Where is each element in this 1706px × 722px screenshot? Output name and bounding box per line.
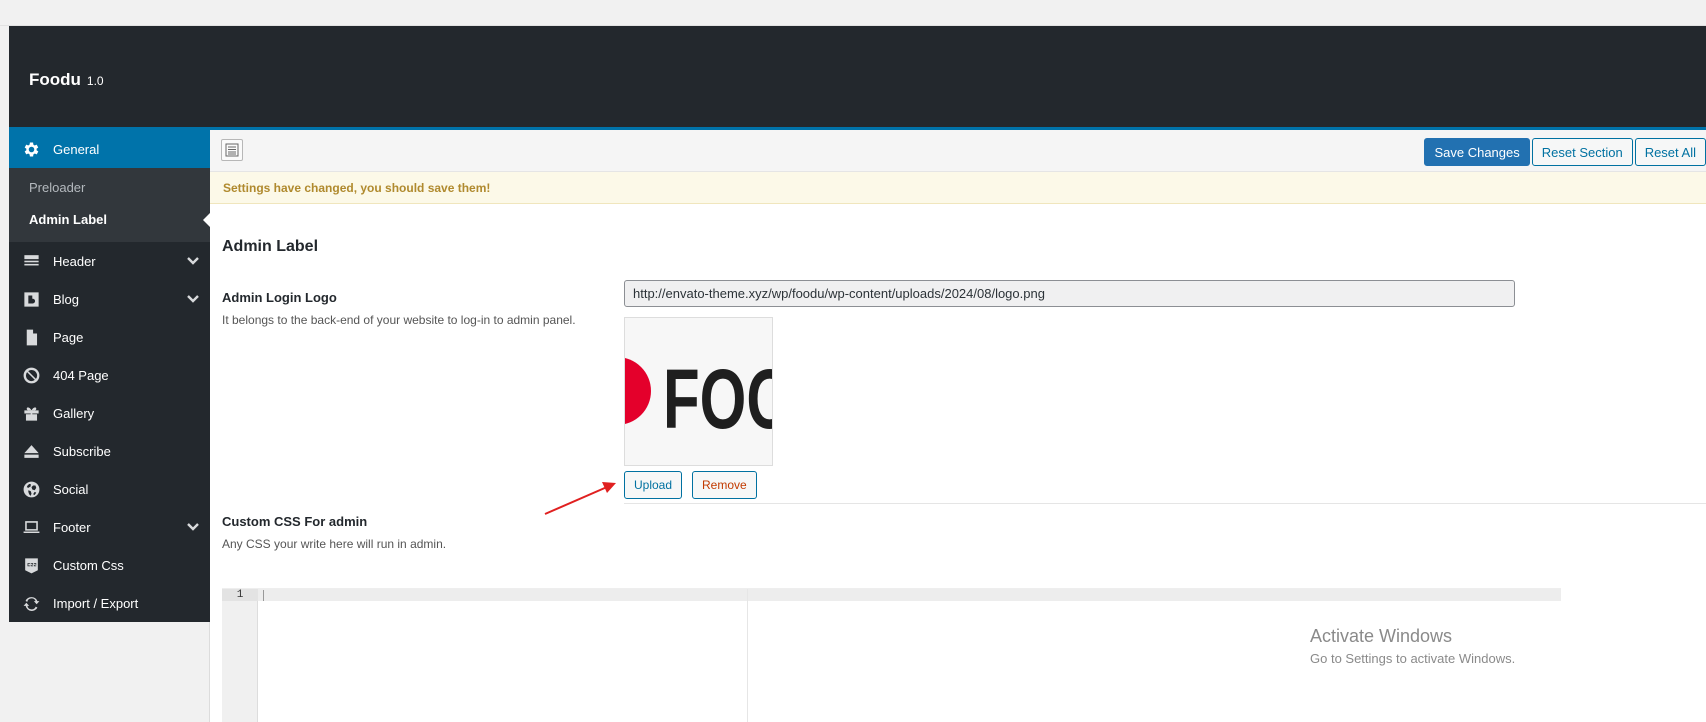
toolbar: Save Changes Reset Section Reset All — [210, 130, 1706, 172]
expand-options-button[interactable] — [221, 139, 243, 161]
app-name: Foodu — [29, 70, 81, 89]
logo-preview-text: FOO — [663, 352, 773, 446]
app-brand: Foodu 1.0 — [29, 70, 104, 90]
list-icon — [225, 143, 239, 157]
foodu-logo-image: FOO — [625, 352, 773, 446]
sidebar-item-label: Subscribe — [53, 443, 111, 459]
line-number: 1 — [222, 589, 258, 601]
app-version: 1.0 — [86, 74, 104, 88]
ban-icon — [9, 366, 53, 385]
sidebar-item-label: Social — [53, 481, 89, 497]
general-submenu: Preloader Admin Label — [9, 168, 210, 242]
chevron-down-icon[interactable] — [186, 520, 200, 534]
logo-url-input[interactable] — [624, 280, 1515, 307]
sidebar-item-social[interactable]: Social — [9, 470, 210, 508]
sidebar-subitem-admin-label[interactable]: Admin Label — [9, 204, 210, 236]
chevron-down-icon[interactable] — [186, 254, 200, 268]
logo-preview: FOO — [624, 317, 773, 466]
sidebar-item-label: Footer — [53, 519, 91, 535]
sidebar-item-subscribe[interactable]: Subscribe — [9, 432, 210, 470]
gift-icon — [9, 404, 53, 423]
eject-icon — [9, 442, 53, 461]
sidebar-item-general[interactable]: General — [9, 130, 210, 168]
sidebar-item-label: Import / Export — [53, 595, 139, 611]
upload-button[interactable]: Upload — [624, 471, 683, 499]
sidebar-item-page[interactable]: Page — [9, 318, 210, 356]
field-divider — [624, 503, 1706, 504]
reset-all-button[interactable]: Reset All — [1634, 138, 1706, 166]
editor-active-line — [258, 589, 1561, 601]
editor-caret — [263, 590, 264, 601]
custom-css-description: Any CSS your write here will run in admi… — [222, 537, 447, 551]
admin-login-logo-label: Admin Login Logo — [222, 290, 337, 305]
annotation-arrow-icon — [544, 482, 616, 515]
watermark-subtitle: Go to Settings to activate Windows. — [1310, 651, 1516, 666]
sidebar-item-label: General — [53, 141, 100, 157]
page-icon — [9, 328, 53, 347]
editor-print-margin — [747, 589, 748, 722]
laptop-icon — [9, 518, 53, 537]
sidebar-item-label: Blog — [53, 291, 80, 307]
sidebar-item-label: Header — [53, 253, 96, 269]
reset-section-button[interactable]: Reset Section — [1531, 138, 1633, 166]
remove-button[interactable]: Remove — [692, 471, 757, 499]
chevron-down-icon[interactable] — [186, 292, 200, 306]
refresh-icon — [9, 594, 53, 613]
sidebar: General Preloader Admin Label Header Blo… — [9, 130, 210, 722]
section-title: Admin Label — [222, 238, 319, 255]
editor-gutter — [222, 589, 258, 722]
header-icon — [9, 252, 53, 271]
blog-icon — [9, 290, 53, 309]
save-changes-button[interactable]: Save Changes — [1424, 138, 1530, 166]
sidebar-item-404-page[interactable]: 404 Page — [9, 356, 210, 394]
sidebar-item-label: Custom Css — [53, 557, 124, 573]
sidebar-item-header[interactable]: Header — [9, 242, 210, 280]
sidebar-menu: General Preloader Admin Label Header Blo… — [9, 130, 210, 622]
globe-icon — [9, 480, 53, 499]
sidebar-item-label: Page — [53, 329, 84, 345]
watermark-title: Activate Windows — [1310, 626, 1453, 646]
toolbar-buttons: Save Changes Reset Section Reset All — [1424, 138, 1706, 166]
settings-changed-notice: Settings have changed, you should save t… — [210, 172, 1706, 204]
sidebar-item-custom-css[interactable]: Custom Css — [9, 546, 210, 584]
sidebar-item-gallery[interactable]: Gallery — [9, 394, 210, 432]
panel-header: Foodu 1.0 — [9, 26, 1706, 130]
sidebar-item-blog[interactable]: Blog — [9, 280, 210, 318]
options-panel: Foodu 1.0 General Preloader Admin Label H… — [9, 26, 1706, 722]
sidebar-item-label: 404 Page — [53, 367, 109, 383]
sidebar-item-import-export[interactable]: Import / Export — [9, 584, 210, 622]
sidebar-subitem-preloader[interactable]: Preloader — [9, 172, 210, 204]
sidebar-item-footer[interactable]: Footer — [9, 508, 210, 546]
activate-windows-watermark: Activate Windows Go to Settings to activ… — [1310, 626, 1515, 666]
css-icon — [9, 556, 53, 575]
browser-top-strip — [0, 0, 1706, 26]
admin-login-logo-description: It belongs to the back-end of your websi… — [222, 313, 576, 327]
sidebar-item-label: Gallery — [53, 405, 95, 421]
gear-icon — [9, 140, 53, 159]
custom-css-label: Custom CSS For admin — [222, 514, 368, 529]
